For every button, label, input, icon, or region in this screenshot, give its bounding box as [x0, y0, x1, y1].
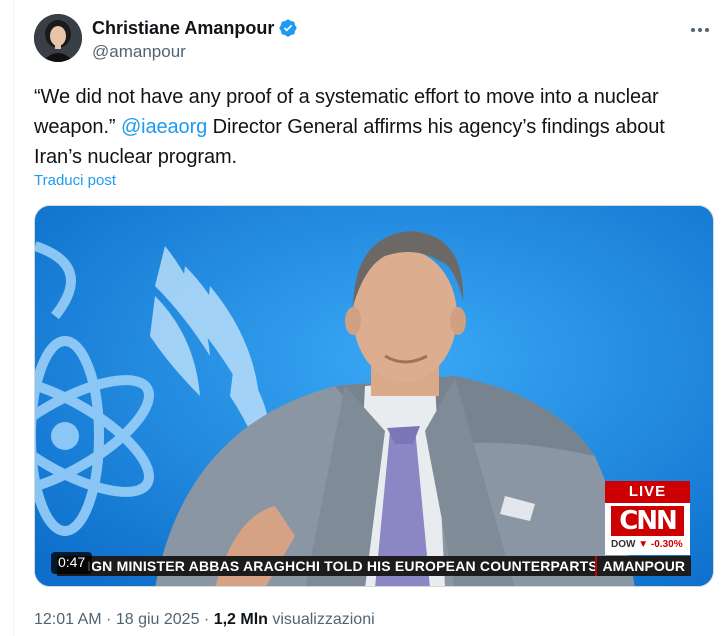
news-ticker: IGN MINISTER ABBAS ARAGHCHI TOLD HIS EUR… [57, 556, 691, 576]
more-horizontal-icon[interactable] [688, 20, 712, 40]
views-count: 1,2 Mln [213, 611, 268, 628]
cnn-bug: CNN DOW ▼ -0.30% [605, 503, 690, 555]
dow-change: ▼ -0.30% [638, 539, 683, 550]
avatar[interactable] [34, 14, 82, 62]
author-block: Christiane Amanpour @amanpour [92, 16, 298, 62]
dow-ticker: DOW ▼ -0.30% [611, 539, 683, 550]
video-player[interactable]: LIVE CNN DOW ▼ -0.30% IGN MINISTER ABBAS… [34, 205, 714, 587]
tweet-text: “We did not have any proof of a systemat… [34, 82, 712, 172]
verified-badge-icon[interactable] [278, 18, 298, 38]
video-duration: 0:47 [51, 552, 93, 574]
timeline-border [13, 0, 14, 636]
tweet-meta: 12:01 AM · 18 giu 2025 · 1,2 Mln visuali… [34, 611, 375, 629]
meta-separator-2: · [199, 611, 214, 628]
author-name[interactable]: Christiane Amanpour [92, 18, 274, 39]
translate-post-link[interactable]: Traduci post [34, 172, 116, 189]
live-badge: LIVE [605, 481, 690, 503]
show-name: AMANPOUR [594, 556, 691, 576]
avatar-image [34, 14, 82, 62]
ticker-text: IGN MINISTER ABBAS ARAGHCHI TOLD HIS EUR… [87, 558, 667, 574]
tweet-time[interactable]: 12:01 AM [34, 611, 102, 628]
author-name-row: Christiane Amanpour [92, 16, 298, 40]
author-handle[interactable]: @amanpour [92, 42, 298, 62]
cnn-logo: CNN [611, 506, 684, 536]
dow-label: DOW [611, 539, 636, 550]
mention-link[interactable]: @iaeaorg [121, 116, 207, 138]
tweet-header: Christiane Amanpour @amanpour [34, 14, 714, 64]
tweet-date[interactable]: 18 giu 2025 [116, 611, 200, 628]
meta-separator: · [101, 611, 116, 628]
views-label: visualizzazioni [272, 611, 375, 628]
